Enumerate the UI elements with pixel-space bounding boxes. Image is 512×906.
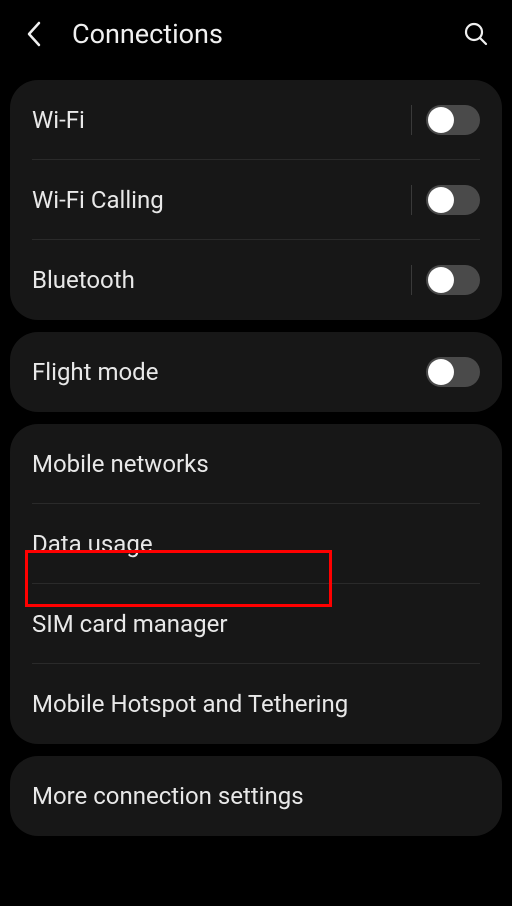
row-more-settings[interactable]: More connection settings bbox=[10, 756, 502, 836]
row-flight-mode[interactable]: Flight mode bbox=[10, 332, 502, 412]
toggle-knob bbox=[428, 107, 454, 133]
wifi-calling-toggle[interactable] bbox=[426, 185, 480, 215]
bluetooth-toggle[interactable] bbox=[426, 265, 480, 295]
search-icon bbox=[463, 21, 489, 47]
bluetooth-label: Bluetooth bbox=[32, 266, 411, 294]
toggle-knob bbox=[428, 187, 454, 213]
header: Connections bbox=[0, 0, 512, 68]
divider bbox=[411, 265, 412, 295]
wifi-label: Wi-Fi bbox=[32, 106, 411, 134]
divider bbox=[411, 185, 412, 215]
back-button[interactable] bbox=[20, 20, 48, 48]
wifi-calling-label: Wi-Fi Calling bbox=[32, 186, 411, 214]
row-bluetooth[interactable]: Bluetooth bbox=[10, 240, 502, 320]
section-wireless: Wi-Fi Wi-Fi Calling Bluetooth bbox=[10, 80, 502, 320]
section-mobile: Mobile networks Data usage SIM card mana… bbox=[10, 424, 502, 744]
row-sim-manager[interactable]: SIM card manager bbox=[10, 584, 502, 664]
toggle-knob bbox=[428, 359, 454, 385]
wifi-toggle[interactable] bbox=[426, 105, 480, 135]
row-wifi[interactable]: Wi-Fi bbox=[10, 80, 502, 160]
flight-mode-toggle[interactable] bbox=[426, 357, 480, 387]
data-usage-label: Data usage bbox=[32, 530, 480, 558]
page-title: Connections bbox=[72, 18, 223, 50]
section-flight: Flight mode bbox=[10, 332, 502, 412]
chevron-left-icon bbox=[26, 21, 42, 47]
row-data-usage[interactable]: Data usage bbox=[10, 504, 502, 584]
more-settings-label: More connection settings bbox=[32, 782, 480, 810]
flight-mode-label: Flight mode bbox=[32, 358, 426, 386]
search-button[interactable] bbox=[460, 18, 492, 50]
divider bbox=[411, 105, 412, 135]
section-more: More connection settings bbox=[10, 756, 502, 836]
mobile-networks-label: Mobile networks bbox=[32, 450, 480, 478]
sim-manager-label: SIM card manager bbox=[32, 610, 480, 638]
row-mobile-networks[interactable]: Mobile networks bbox=[10, 424, 502, 504]
hotspot-label: Mobile Hotspot and Tethering bbox=[32, 690, 480, 718]
row-hotspot[interactable]: Mobile Hotspot and Tethering bbox=[10, 664, 502, 744]
toggle-knob bbox=[428, 267, 454, 293]
row-wifi-calling[interactable]: Wi-Fi Calling bbox=[10, 160, 502, 240]
